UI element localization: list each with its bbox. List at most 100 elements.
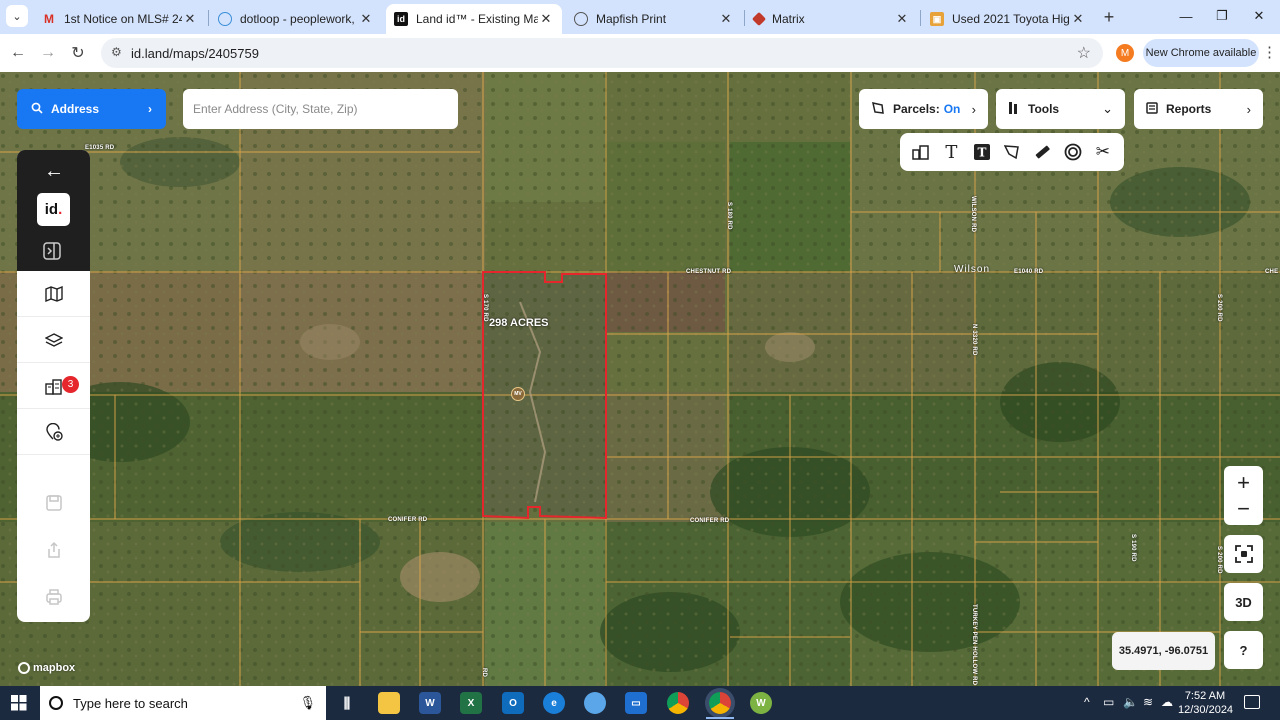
text-box-icon[interactable]: T [970, 140, 994, 164]
collapse-panel-icon[interactable] [43, 242, 63, 260]
parcels-state: On [943, 102, 961, 116]
landid-logo[interactable]: id. [37, 193, 70, 226]
tab-divider [744, 10, 745, 26]
search-icon [31, 102, 43, 117]
app-w-icon[interactable]: W [750, 692, 772, 714]
tab-search-chevron-icon[interactable]: ⌄ [6, 5, 28, 27]
close-icon[interactable]: ✕ [894, 11, 910, 27]
help-button[interactable]: ? [1224, 631, 1263, 669]
word-icon[interactable]: W [419, 692, 441, 714]
site-info-icon[interactable]: ⚙ [111, 45, 122, 59]
chrome-icon[interactable] [667, 692, 689, 714]
notifications-icon[interactable] [1244, 695, 1260, 709]
road-label: S 190 RD [1130, 534, 1136, 562]
profile-avatar[interactable]: M [1116, 44, 1134, 62]
edge-icon[interactable]: e [543, 692, 565, 714]
address-input[interactable] [183, 89, 458, 129]
microphone-icon[interactable]: 🎙 [299, 695, 316, 711]
zoom-controls: + − [1224, 466, 1263, 525]
share-icon[interactable] [45, 541, 63, 559]
close-icon[interactable]: ✕ [1070, 11, 1086, 27]
sidebar-item-add-pin[interactable] [17, 409, 90, 455]
parcel-marker-icon[interactable]: MV [511, 387, 525, 401]
tab-dotloop[interactable]: dotloop - peoplework, not ✕ [210, 4, 382, 34]
more-menu-icon[interactable]: ⋮ [1262, 43, 1277, 61]
window-app-icon[interactable]: ▭ [625, 692, 647, 714]
sidebar-item-properties[interactable] [17, 363, 90, 409]
reports-button[interactable]: Reports › [1134, 89, 1263, 129]
measure-ruler-icon[interactable] [1030, 140, 1054, 164]
zoom-out-button[interactable]: − [1224, 494, 1263, 523]
tab-cars[interactable]: ▣ Used 2021 Toyota Highlan ✕ [922, 4, 1094, 34]
tab-divider [920, 10, 921, 26]
tools-dropdown[interactable]: Tools ⌄ [996, 89, 1125, 129]
print-icon[interactable] [45, 588, 63, 606]
coordinates-readout[interactable]: 35.4971, -96.0751 [1112, 632, 1215, 670]
tab-label: Matrix [772, 12, 805, 26]
road-label: WILSON RD [970, 196, 976, 233]
reload-button[interactable]: ↻ [67, 42, 89, 64]
globe-app-icon[interactable] [584, 692, 606, 714]
sidebar-item-map[interactable] [17, 271, 90, 317]
url-text[interactable]: id.land/maps/2405759 [131, 46, 259, 61]
mapbox-attribution[interactable]: mapbox [18, 662, 75, 674]
tab-matrix[interactable]: Matrix ✕ [746, 4, 918, 34]
volume-icon[interactable]: 🔈 [1123, 695, 1138, 709]
dotloop-icon [218, 12, 232, 26]
back-button[interactable]: ← [7, 42, 29, 64]
omnibox[interactable]: ⚙ id.land/maps/2405759 ☆ [101, 38, 1103, 68]
minimize-button[interactable]: — [1171, 6, 1201, 26]
close-icon[interactable]: ✕ [538, 11, 554, 27]
fit-bounds-button[interactable] [1224, 535, 1263, 573]
tools-label: Tools [1028, 102, 1060, 116]
polygon-draw-icon[interactable] [1000, 140, 1024, 164]
excel-icon[interactable]: X [460, 692, 482, 714]
new-tab-button[interactable]: + [1098, 6, 1120, 28]
restore-button[interactable]: ❐ [1207, 6, 1237, 26]
polygon-icon [871, 101, 885, 118]
reports-label: Reports [1166, 102, 1212, 116]
parcel-acreage-label[interactable]: 298 ACRES [489, 317, 549, 329]
outlook-icon[interactable]: O [502, 692, 524, 714]
layers-icon [44, 332, 63, 347]
parcels-toggle[interactable]: Parcels: On › [859, 89, 988, 129]
task-view-icon[interactable]: ⫼ [336, 692, 358, 714]
onedrive-icon[interactable]: ☁ [1161, 695, 1173, 709]
address-search-button[interactable]: Address › [17, 89, 166, 129]
road-label: S 170 RD [482, 294, 488, 322]
tab-landid[interactable]: id Land id™ - Existing Map Ed ✕ [386, 4, 562, 34]
new-chrome-available-button[interactable]: New Chrome available [1143, 39, 1259, 67]
back-arrow-icon[interactable]: ← [42, 159, 66, 183]
taskbar-search-box[interactable]: Type here to search 🎙 [40, 686, 326, 720]
window-close-button[interactable]: ✕ [1244, 6, 1274, 26]
bookmark-star-icon[interactable]: ☆ [1077, 43, 1091, 63]
tray-chevron-icon[interactable]: ^ [1084, 695, 1090, 709]
radius-icon[interactable] [1061, 140, 1085, 164]
close-icon[interactable]: ✕ [358, 11, 374, 27]
sidebar-item-layers[interactable] [17, 317, 90, 363]
active-app-indicator [706, 717, 734, 719]
buildings-icon[interactable] [909, 140, 933, 164]
windows-start-icon[interactable] [11, 695, 27, 711]
close-icon[interactable]: ✕ [182, 11, 198, 27]
save-icon[interactable] [45, 494, 63, 512]
tab-gmail[interactable]: M 1st Notice on MLS# 24446 ✕ [34, 4, 206, 34]
matrix-icon [751, 11, 767, 27]
forward-button[interactable]: → [37, 42, 59, 64]
clock[interactable]: 7:52 AM 12/30/2024 [1178, 689, 1233, 717]
chrome-active-icon[interactable] [709, 692, 731, 714]
gmail-icon: M [44, 12, 54, 26]
screen: ⌄ M 1st Notice on MLS# 24446 ✕ dotloop -… [0, 0, 1280, 720]
file-explorer-icon[interactable] [378, 692, 400, 714]
tab-mapfish[interactable]: Mapfish Print ✕ [566, 4, 742, 34]
close-icon[interactable]: ✕ [718, 11, 734, 27]
tab-label: Used 2021 Toyota Highlan [952, 12, 1070, 26]
text-icon[interactable]: T [939, 140, 963, 164]
scissors-icon[interactable]: ✂ [1091, 140, 1115, 164]
wifi-icon[interactable]: ≋ [1143, 695, 1153, 709]
road-label: CONIFER RD [690, 518, 730, 524]
3d-button[interactable]: 3D [1224, 583, 1263, 621]
tab-label: 1st Notice on MLS# 24446 [64, 12, 182, 26]
zoom-in-button[interactable]: + [1224, 468, 1263, 497]
battery-icon[interactable]: ▭ [1103, 695, 1114, 709]
